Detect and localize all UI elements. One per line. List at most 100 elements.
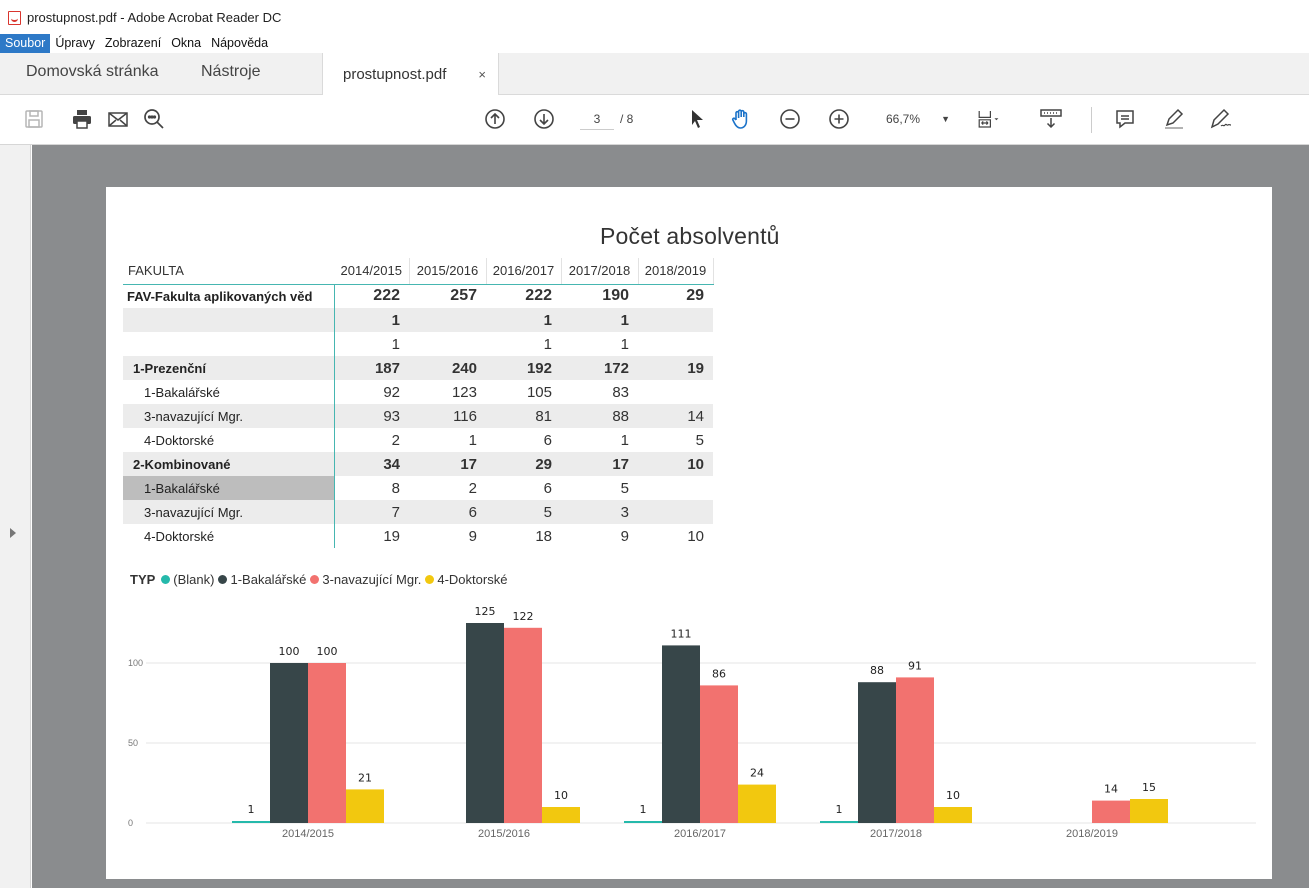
table-header-cell: 2014/2015 <box>334 258 410 285</box>
menu-upravy[interactable]: Úpravy <box>50 34 100 53</box>
arrow-up-circle-icon[interactable] <box>481 105 509 133</box>
chart-bar <box>624 821 662 823</box>
print-icon[interactable] <box>68 105 96 133</box>
row-label: 1-Bakalářské <box>123 380 335 404</box>
pen-icon[interactable] <box>1160 105 1188 133</box>
table-cell: 10 <box>638 452 713 476</box>
menu-napoveda[interactable]: Nápověda <box>206 34 273 53</box>
table-cell: 17 <box>409 452 486 476</box>
table-cell: 222 <box>373 287 400 305</box>
table-cell: 1 <box>620 431 629 449</box>
table-cell: 2 <box>391 431 400 449</box>
hand-icon[interactable] <box>727 105 755 133</box>
close-tab-icon[interactable]: × <box>478 53 486 97</box>
table-row[interactable]: 1-Bakalářské 8 2 6 5 <box>123 476 713 500</box>
row-label: 2-Kombinované <box>123 452 335 476</box>
left-panel-rail <box>0 145 31 888</box>
table-row[interactable]: 3-navazující Mgr. 7 6 5 3 <box>123 500 713 524</box>
table-cell: 1 <box>391 335 400 353</box>
menu-okna[interactable]: Okna <box>166 34 206 53</box>
table-row[interactable]: 4-Doktorské 2 1 6 1 5 <box>123 428 713 452</box>
table-cell <box>638 308 713 332</box>
sign-icon[interactable] <box>1207 105 1235 133</box>
zoom-out-icon[interactable] <box>776 105 804 133</box>
chart-bar <box>662 645 700 823</box>
tab-document[interactable]: prostupnost.pdf × <box>322 53 499 96</box>
table-row[interactable]: 1 1 1 <box>123 308 713 332</box>
table-cell: 6 <box>543 479 552 497</box>
table-cell <box>638 380 713 404</box>
page-number-input[interactable]: 3 <box>580 108 614 130</box>
table-cell: 2 <box>468 479 477 497</box>
legend-item[interactable]: 1-Bakalářské <box>218 572 306 587</box>
email-icon[interactable] <box>104 105 132 133</box>
pdf-file-icon <box>8 11 21 25</box>
table-cell: 14 <box>638 404 713 428</box>
table-cell: 8 <box>391 479 400 497</box>
legend-item[interactable]: 4-Doktorské <box>425 572 507 587</box>
comment-icon[interactable] <box>1111 105 1139 133</box>
table-row[interactable]: 3-navazující Mgr. 93 116 81 88 14 <box>123 404 713 428</box>
legend-label: 3-navazující Mgr. <box>322 572 422 587</box>
table-row[interactable]: 1-Prezenční 187 240 192 172 19 <box>123 356 713 380</box>
menu-bar: Soubor Úpravy Zobrazení Okna Nápověda <box>0 34 1309 53</box>
scroll-mode-icon[interactable] <box>1037 105 1065 133</box>
table-cell: 172 <box>561 356 638 380</box>
menu-soubor[interactable]: Soubor <box>0 34 51 53</box>
tab-tools[interactable]: Nástroje <box>201 53 261 95</box>
table-cell: 257 <box>450 287 477 305</box>
legend-label: 4-Doktorské <box>437 572 508 587</box>
table-cell: 6 <box>543 431 552 449</box>
legend-item[interactable]: (Blank) <box>161 572 214 587</box>
pointer-icon[interactable] <box>683 105 711 133</box>
chart-bar <box>934 807 972 823</box>
table-header-cell: FAKULTA <box>123 258 334 285</box>
menu-zobrazeni[interactable]: Zobrazení <box>100 34 166 53</box>
table-cell <box>638 332 713 356</box>
table-row[interactable]: FAV-Fakulta aplikovaných věd 222 257 222… <box>123 284 713 308</box>
chart-bar <box>738 784 776 823</box>
data-label: 111 <box>671 627 692 640</box>
table-row[interactable]: 4-Doktorské 19 9 18 9 10 <box>123 524 713 548</box>
zoom-select[interactable]: 66,7% ▼ <box>878 108 958 130</box>
data-table: FAKULTA 2014/2015 2015/2016 2016/2017 20… <box>123 258 714 548</box>
table-cell: 10 <box>687 527 704 545</box>
table-cell: 5 <box>486 500 561 524</box>
chart-bar <box>858 682 896 823</box>
x-tick-label: 2018/2019 <box>1066 828 1118 840</box>
row-label-selected[interactable]: 1-Bakalářské <box>123 476 335 500</box>
table-row[interactable]: 1-Bakalářské 92 123 105 83 <box>123 380 713 404</box>
table-row[interactable]: 1 1 1 <box>123 332 713 356</box>
table-cell: 19 <box>638 356 713 380</box>
legend-item[interactable]: 3-navazující Mgr. <box>310 572 421 587</box>
x-tick-label: 2017/2018 <box>870 828 922 840</box>
chart-legend: TYP (Blank) 1-Bakalářské 3-navazující Mg… <box>130 572 511 587</box>
table-header-cell: 2016/2017 <box>486 258 562 285</box>
chart-bar <box>542 807 580 823</box>
table-cell: 5 <box>695 431 704 449</box>
fit-page-icon[interactable] <box>974 105 1002 133</box>
chart-bar <box>1092 800 1130 823</box>
legend-label: 1-Bakalářské <box>230 572 307 587</box>
chart-bar <box>466 623 504 823</box>
chart-bar <box>232 821 270 823</box>
row-label: FAV-Fakulta aplikovaných věd <box>123 284 335 308</box>
row-label: 4-Doktorské <box>123 428 335 452</box>
table-cell: 93 <box>334 404 409 428</box>
table-cell: 1 <box>620 335 629 353</box>
tab-home[interactable]: Domovská stránka <box>26 53 159 95</box>
table-cell: 192 <box>486 356 561 380</box>
table-cell: 1 <box>543 335 552 353</box>
row-label: 4-Doktorské <box>123 524 335 548</box>
save-icon[interactable] <box>20 105 48 133</box>
data-label: 14 <box>1104 783 1118 796</box>
expand-panel-icon[interactable] <box>10 528 16 538</box>
search-icon[interactable] <box>140 105 168 133</box>
table-cell: 18 <box>535 527 552 545</box>
table-header-cell: 2015/2016 <box>409 258 487 285</box>
table-row[interactable]: 2-Kombinované 34 17 29 17 10 <box>123 452 713 476</box>
zoom-in-icon[interactable] <box>825 105 853 133</box>
chart-bar <box>308 663 346 823</box>
table-cell: 240 <box>409 356 486 380</box>
arrow-down-circle-icon[interactable] <box>530 105 558 133</box>
